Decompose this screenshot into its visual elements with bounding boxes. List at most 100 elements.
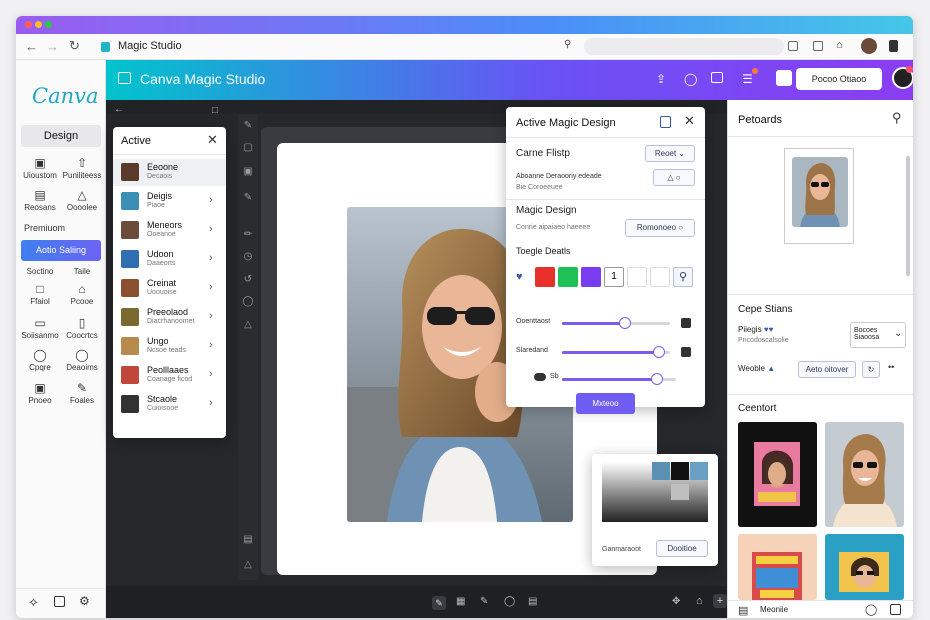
layer-row[interactable]: Creinat Uoouoise › (113, 275, 226, 302)
slider2-toggle[interactable] (681, 347, 691, 357)
house-icon[interactable]: ⌂ (836, 39, 843, 51)
copy-tool-icon[interactable]: ▢ (242, 142, 254, 154)
swatch-red[interactable] (535, 267, 555, 287)
forward-arrow-icon[interactable]: → (46, 39, 59, 54)
extensions-icon[interactable] (788, 41, 798, 51)
swatch-light-grey[interactable] (671, 484, 689, 500)
auto-button[interactable]: Aeto oitover (798, 361, 856, 378)
pages-icon[interactable] (54, 596, 65, 607)
heart-icon[interactable]: ♥ (516, 271, 523, 283)
contrast-slider[interactable] (562, 317, 670, 329)
layer-row[interactable]: Eeoone Decaois (113, 159, 226, 186)
sidebar-item-uioustom[interactable]: ▣ Uioustom (20, 156, 60, 180)
swatch-green[interactable] (558, 267, 578, 287)
chevron-right-icon[interactable]: › (209, 310, 213, 322)
content-thumb-4[interactable] (825, 534, 904, 600)
notes-icon[interactable]: ▤ (738, 604, 748, 617)
layer-row[interactable]: Meneors Ooeanoe › (113, 217, 226, 244)
filter-icon[interactable]: ☰ (742, 72, 753, 86)
minimize-window-button[interactable] (35, 21, 42, 28)
account-button[interactable]: Pocoo Otiaoo (796, 68, 882, 90)
sidebar-toggle-icon[interactable] (813, 41, 823, 51)
copy-icon[interactable]: ▤ (528, 596, 537, 607)
maximize-window-button[interactable] (45, 21, 52, 28)
apps-icon[interactable]: ✧ (28, 595, 39, 611)
tab-title[interactable]: Magic Studio (118, 40, 182, 52)
sidebar-item-pnoeo[interactable]: ▣ Pnoeo (20, 381, 60, 405)
chevron-right-icon[interactable]: › (209, 194, 213, 206)
sharpness-slider[interactable] (562, 373, 676, 385)
sidebar-item-foales[interactable]: ✎ Foales (62, 381, 102, 405)
layer-row[interactable]: Preeolaod Diacrhanoomet › (113, 304, 226, 331)
sidebar-item-reosans[interactable]: ▤ Reosans (20, 188, 60, 212)
color-apply-button[interactable]: Dooitioe (656, 540, 708, 557)
pen-icon[interactable]: ✎ (432, 596, 446, 610)
sidebar-item-puniliteess[interactable]: ⇧ Puniliteess (62, 156, 102, 180)
slider-knob[interactable] (650, 373, 663, 385)
menu-icon[interactable] (889, 40, 898, 52)
house-icon[interactable]: ⌂ (696, 595, 703, 607)
pencil-tool-icon[interactable]: ✏ (242, 229, 254, 241)
sidebar-item-pcooe[interactable]: ⌂ Pcooe (62, 282, 102, 306)
brush-tool-icon[interactable]: ✎ (242, 192, 254, 204)
layer-row[interactable]: Udoon Daaeorts › (113, 246, 226, 273)
help-icon[interactable]: ◯ (865, 603, 877, 616)
swatch-sky[interactable] (690, 462, 708, 480)
settings-icon[interactable]: ⚙ (79, 594, 90, 608)
more-icon[interactable]: •• (888, 362, 894, 372)
reload-icon[interactable]: ↻ (69, 38, 80, 54)
template-thumbnail[interactable] (784, 148, 854, 244)
scrollbar[interactable] (906, 156, 910, 276)
address-bar[interactable] (584, 38, 784, 55)
slider1-toggle[interactable] (681, 318, 691, 328)
chevron-right-icon[interactable]: › (209, 339, 213, 351)
chevron-right-icon[interactable]: › (209, 368, 213, 380)
search-icon[interactable]: ⚲ (673, 267, 693, 287)
sidebar-item-deaoims[interactable]: ◯ Deaoims (62, 348, 102, 372)
magic-action-button[interactable]: △ ○ (653, 169, 695, 186)
brush-icon[interactable]: ✎ (480, 596, 488, 607)
remove-button[interactable]: Romonoeo ○ (625, 219, 695, 237)
design-tab[interactable]: Design (21, 125, 101, 147)
grid-icon[interactable] (711, 72, 723, 83)
layers-tool-icon[interactable]: ▤ (242, 534, 254, 546)
fullscreen-icon[interactable] (890, 604, 901, 615)
content-thumb-1[interactable] (738, 422, 817, 527)
zoom-tool-icon[interactable]: ◯ (242, 296, 254, 308)
content-thumb-2[interactable] (825, 422, 904, 527)
triangle-tool-icon[interactable]: △ (242, 319, 254, 331)
close-icon[interactable]: ✕ (207, 132, 218, 148)
doc-icon[interactable] (660, 116, 671, 128)
grid-icon[interactable]: ▦ (456, 596, 465, 607)
close-icon[interactable]: ✕ (684, 113, 695, 129)
reset-dropdown[interactable]: Reoet ⌄ (645, 145, 695, 162)
chevron-right-icon[interactable]: › (209, 397, 213, 409)
profile-avatar[interactable] (861, 38, 877, 54)
chevron-right-icon[interactable]: › (209, 223, 213, 235)
collapse-arrow-icon[interactable]: ← (114, 104, 124, 115)
crop-tool-icon[interactable]: ▣ (242, 166, 254, 178)
google-icon[interactable] (776, 70, 792, 86)
stepper-value[interactable]: 1 (604, 267, 624, 287)
sidebar-item-oooolee[interactable]: △ Oooolee (62, 188, 102, 212)
search-icon[interactable]: ⚲ (892, 110, 902, 126)
chevron-down-icon[interactable]: ⌄ (894, 328, 902, 339)
add-page-icon[interactable]: + (713, 594, 727, 608)
panel-toggle-icon[interactable]: □ (212, 105, 218, 116)
sidebar-item-ffaiol[interactable]: □ Ffaiol (20, 282, 60, 306)
sidebar-item-soctino[interactable]: Soctino (20, 267, 60, 276)
slider-knob[interactable] (618, 317, 631, 329)
layer-row[interactable]: Ungo Ncsoe teads › (113, 333, 226, 360)
move-icon[interactable]: ✥ (672, 596, 680, 607)
rotate-tool-icon[interactable]: ↺ (242, 274, 254, 286)
sidebar-item-coocrtcs[interactable]: ▯ Coocrtcs (62, 316, 102, 340)
swatch-empty-2[interactable] (650, 267, 670, 287)
sidebar-item-cpqre[interactable]: ◯ Cpqre (20, 348, 60, 372)
share-icon[interactable]: ⇪ (656, 72, 666, 86)
search-icon[interactable]: ⚲ (564, 39, 571, 50)
chevron-right-icon[interactable]: › (209, 252, 213, 264)
home-icon[interactable] (118, 72, 131, 84)
sidebar-item-taile[interactable]: Taile (62, 267, 102, 276)
layer-row[interactable]: Peolllaaes Coanage ficod › (113, 362, 226, 389)
clock-tool-icon[interactable]: ◷ (242, 251, 254, 263)
